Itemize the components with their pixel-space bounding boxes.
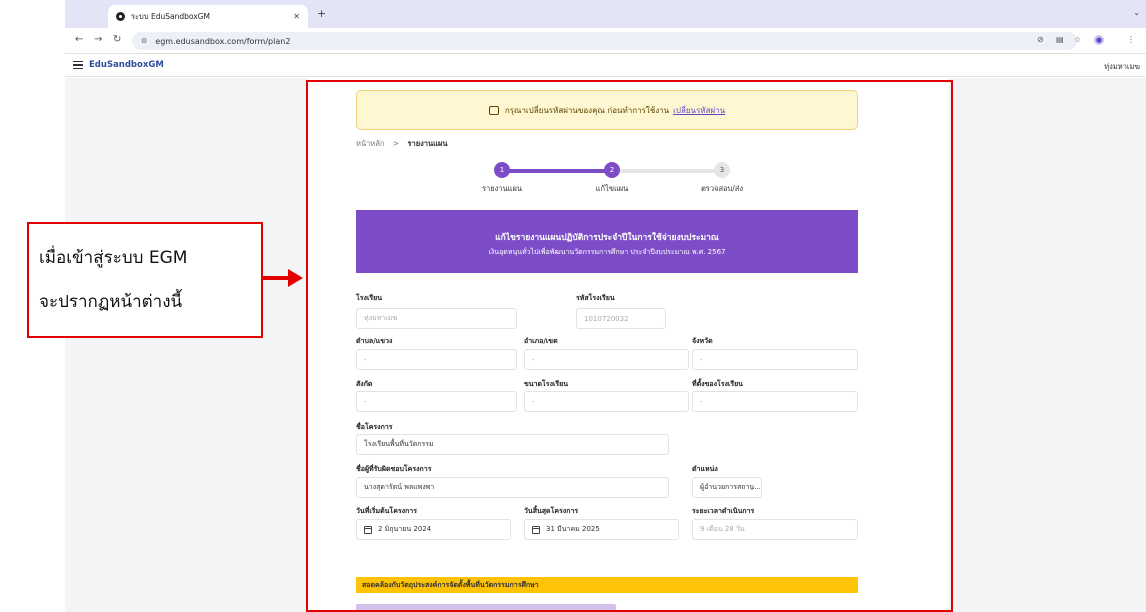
- back-icon[interactable]: ←: [75, 34, 83, 45]
- province-label: จังหวัด: [692, 337, 713, 345]
- reload-icon[interactable]: ↻: [113, 34, 121, 45]
- alert-message: กรุณาเปลี่ยนรหัสผ่านของคุณ ก่อนทำการใช้ง…: [504, 105, 670, 115]
- annotation-callout: เมื่อเข้าสู่ระบบ EGM จะปรากฏหน้าต่างนี้: [27, 222, 263, 338]
- page-background: กรุณาเปลี่ยนรหัสผ่านของคุณ ก่อนทำการใช้ง…: [65, 78, 1146, 612]
- tab-search-icon[interactable]: ⌄: [1133, 8, 1140, 17]
- banner-subtitle: เงินอุดหนุนทั่วไปเพื่อพัฒนานวัตกรรมการศึ…: [488, 248, 726, 256]
- hamburger-icon[interactable]: [73, 61, 83, 69]
- profile-icon[interactable]: ●: [1094, 35, 1104, 45]
- step-connector-todo: [612, 169, 722, 173]
- owner-input[interactable]: นางสุดารัตน์ พลแพงพา: [356, 477, 669, 498]
- browser-tab[interactable]: ระบบ EduSandboxGM ✕: [108, 5, 308, 28]
- end-date-label: วันสิ้นสุดโครงการ: [524, 507, 579, 515]
- change-password-link[interactable]: เปลี่ยนรหัสผ่าน: [673, 104, 725, 117]
- subdistrict-label: ตำบล/แขวง: [356, 337, 393, 345]
- arrow-right-icon: [288, 269, 303, 287]
- favicon-icon: [116, 12, 125, 21]
- browser-toolbar: ← → ↻ ⚙ egm.edusandbox.com/form/plan2 ⊘ …: [65, 28, 1146, 54]
- step-1-label: รายงานแผน: [482, 184, 522, 193]
- breadcrumb-current: รายงานแผน: [407, 139, 448, 148]
- tab-title: ระบบ EduSandboxGM: [131, 11, 210, 21]
- step-2-circle[interactable]: 2: [604, 162, 620, 178]
- banner-title: แก้ไขรายงานแผนปฏิบัติการประจำปีในการใช้จ…: [495, 233, 719, 243]
- duration-label: ระยะเวลาดำเนินการ: [692, 507, 755, 515]
- province-field[interactable]: -: [692, 349, 858, 370]
- chevron-down-icon: ⌄: [749, 483, 755, 492]
- annotation-line-1: เมื่อเข้าสู่ระบบ EGM: [39, 248, 188, 268]
- district-field[interactable]: -: [524, 349, 689, 370]
- location-field[interactable]: -: [692, 391, 858, 412]
- address-bar[interactable]: ⚙ egm.edusandbox.com/form/plan2: [132, 32, 1077, 50]
- star-icon[interactable]: ☆: [1074, 35, 1081, 44]
- school-size-label: ขนาดโรงเรียน: [524, 380, 569, 388]
- school-code-label: รหัสโรงเรียน: [576, 294, 615, 302]
- owner-label: ชื่อผู้ที่รับผิดชอบโครงการ: [356, 465, 432, 473]
- password-alert: กรุณาเปลี่ยนรหัสผ่านของคุณ ก่อนทำการใช้ง…: [356, 90, 858, 130]
- menu-icon[interactable]: ⋮: [1127, 35, 1135, 44]
- project-name-label: ชื่อโครงการ: [356, 423, 393, 431]
- start-date-value: 2 มิถุนายน 2024: [378, 525, 432, 533]
- school-field[interactable]: ทุ่งมหาเมฆ: [356, 308, 517, 329]
- new-tab-icon[interactable]: +: [317, 7, 326, 20]
- project-name-input[interactable]: โรงเรียนพื้นที่นวัตกรรม: [356, 434, 669, 455]
- form-banner: แก้ไขรายงานแผนปฏิบัติการประจำปีในการใช้จ…: [356, 210, 858, 273]
- duration-field: 9 เดือน 28 วัน: [692, 519, 858, 540]
- annotation-line-2: จะปรากฏหน้าต่างนี้: [39, 292, 183, 312]
- form-panel: กรุณาเปลี่ยนรหัสผ่านของคุณ ก่อนทำการใช้ง…: [307, 78, 949, 612]
- arrow-shaft: [263, 276, 291, 280]
- school-code-field[interactable]: 1010720032: [576, 308, 666, 329]
- start-date-label: วันที่เริ่มต้นโครงการ: [356, 507, 417, 515]
- location-label: ที่ตั้งของโรงเรียน: [692, 380, 743, 388]
- affiliation-label: สังกัด: [356, 380, 373, 388]
- message-icon: [488, 105, 499, 115]
- user-name[interactable]: ทุ่งมหาเมฆ: [1104, 61, 1140, 73]
- end-date-value: 31 มีนาคม 2025: [546, 525, 600, 533]
- school-size-field[interactable]: -: [524, 391, 689, 412]
- end-date-picker[interactable]: 31 มีนาคม 2025: [524, 519, 679, 540]
- brand-logo[interactable]: EduSandboxGM: [89, 60, 164, 70]
- subdistrict-field[interactable]: -: [356, 349, 517, 370]
- translate-icon[interactable]: ▤: [1056, 35, 1064, 44]
- site-info-icon[interactable]: ⚙: [141, 37, 147, 45]
- calendar-icon: [364, 525, 372, 534]
- section-header: สอดคล้องกับวัตถุประสงค์การจัดตั้งพื้นที่…: [356, 577, 858, 593]
- tab-strip: ระบบ EduSandboxGM ✕ + ⌄: [65, 0, 1146, 28]
- position-label: ตำแหน่ง: [692, 465, 718, 473]
- calendar-icon: [532, 525, 540, 534]
- school-label: โรงเรียน: [356, 294, 382, 302]
- step-1-circle[interactable]: 1: [494, 162, 510, 178]
- affiliation-field[interactable]: -: [356, 391, 517, 412]
- position-select[interactable]: ผู้อำนวยการสถาน... ⌄: [692, 477, 762, 498]
- close-tab-icon[interactable]: ✕: [293, 12, 300, 21]
- step-3-label: ตรวจสอบ/ส่ง: [700, 184, 744, 193]
- app-header: EduSandboxGM ทุ่งมหาเมฆ: [65, 55, 1146, 77]
- district-label: อำเภอ/เขต: [524, 337, 558, 345]
- step-3-circle[interactable]: 3: [714, 162, 730, 178]
- eye-off-icon[interactable]: ⊘: [1037, 35, 1044, 44]
- start-date-picker[interactable]: 2 มิถุนายน 2024: [356, 519, 511, 540]
- forward-icon[interactable]: →: [94, 34, 102, 45]
- step-connector-done: [502, 169, 612, 173]
- url-text: egm.edusandbox.com/form/plan2: [155, 36, 291, 46]
- step-2-label: แก้ไขแผน: [595, 184, 629, 193]
- breadcrumb-separator: >: [392, 139, 400, 148]
- checkbox-row-partial[interactable]: [356, 604, 616, 612]
- progress-stepper: 1 2 3 รายงานแผน แก้ไขแผน ตรวจสอบ/ส่ง: [482, 161, 743, 193]
- breadcrumb: หน้าหลัก > รายงานแผน: [356, 138, 447, 150]
- breadcrumb-home[interactable]: หน้าหลัก: [356, 139, 384, 148]
